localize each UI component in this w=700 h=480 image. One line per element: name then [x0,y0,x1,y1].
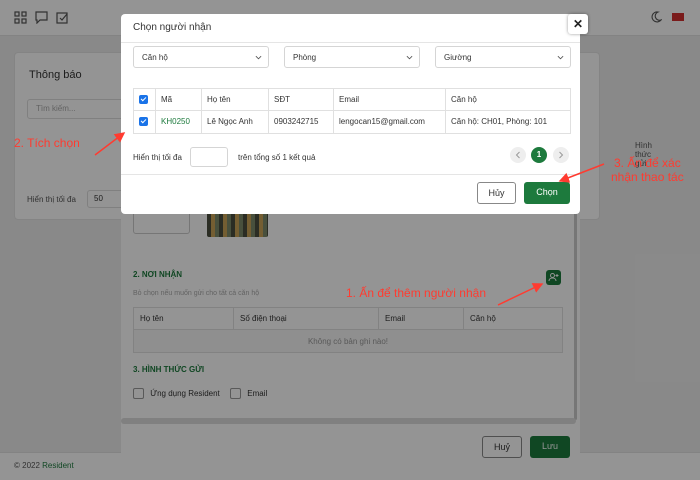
annotation-arrows [94,132,605,306]
arrow-step2 [94,132,126,156]
arrow-step1 [497,283,544,306]
arrow-step3 [558,163,605,183]
